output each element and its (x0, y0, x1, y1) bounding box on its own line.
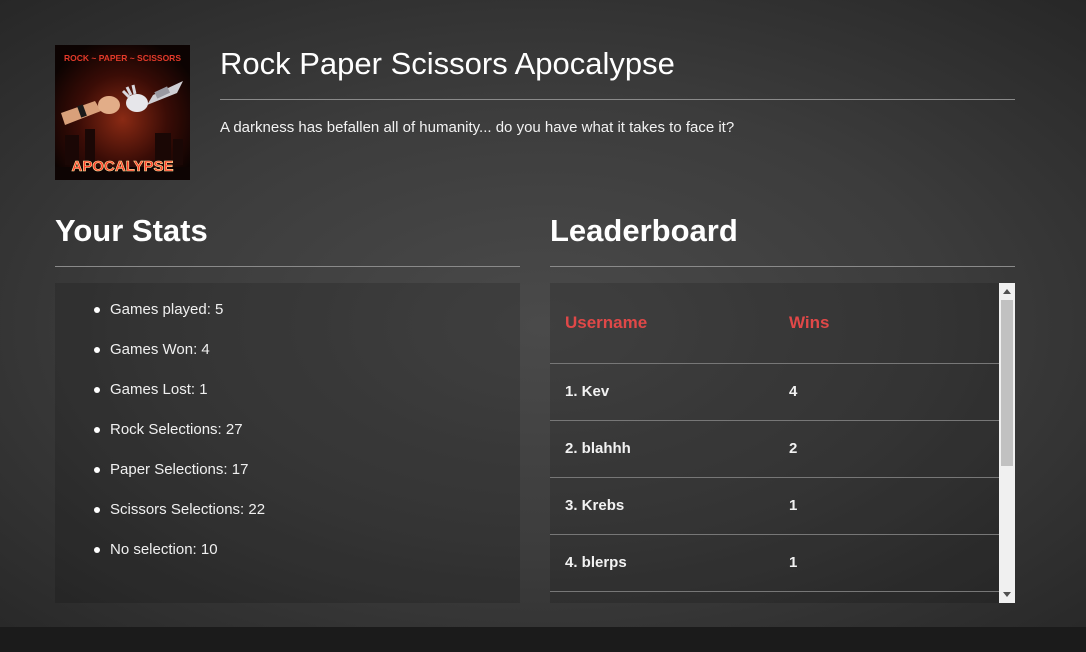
logo-image: ROCK ~ PAPER ~ SCISSORS APOCALYPSE (55, 45, 190, 180)
stat-rock-selections: Rock Selections: 27 (93, 421, 265, 461)
game-logo: ROCK ~ PAPER ~ SCISSORS APOCALYPSE (55, 45, 190, 180)
leaderboard-panel[interactable]: Username Wins 1. Kev 4 2. blahhh 2 3. Kr… (550, 283, 1015, 603)
leaderboard-username: 4. blerps (550, 534, 774, 592)
leaderboard-header-row: Username Wins (550, 283, 999, 364)
page-tagline: A darkness has befallen all of humanity.… (220, 119, 735, 136)
page-title: Rock Paper Scissors Apocalypse (220, 46, 675, 81)
leaderboard-username: 1. Kev (550, 363, 774, 421)
leaderboard-divider (550, 266, 1015, 267)
scroll-up-arrow-icon[interactable] (999, 283, 1015, 299)
stat-games-played: Games played: 5 (93, 301, 265, 341)
stats-heading: Your Stats (55, 213, 208, 248)
stats-list: Games played: 5 Games Won: 4 Games Lost:… (93, 301, 265, 581)
leaderboard-heading: Leaderboard (550, 213, 738, 248)
leaderboard-wins: 1 (774, 477, 999, 535)
stats-panel: Games played: 5 Games Won: 4 Games Lost:… (55, 283, 520, 603)
stat-scissors-selections: Scissors Selections: 22 (93, 501, 265, 541)
footer-bar (0, 627, 1086, 652)
stat-paper-selections: Paper Selections: 17 (93, 461, 265, 501)
leaderboard-wins: 2 (774, 420, 999, 478)
title-divider (220, 99, 1015, 100)
table-row: 2. blahhh 2 (550, 420, 999, 478)
leaderboard-scrollbar[interactable] (999, 283, 1015, 603)
stat-no-selection: No selection: 10 (93, 541, 265, 581)
logo-top-text: ROCK ~ PAPER ~ SCISSORS (64, 53, 181, 63)
table-row: 4. blerps 1 (550, 534, 999, 592)
scrollbar-thumb[interactable] (1001, 300, 1013, 466)
stats-divider (55, 266, 520, 267)
leaderboard-username: 2. blahhh (550, 420, 774, 478)
table-row: 3. Krebs 1 (550, 477, 999, 535)
column-header-username: Username (550, 283, 774, 364)
logo-bottom-text: APOCALYPSE (72, 158, 174, 175)
stat-games-lost: Games Lost: 1 (93, 381, 265, 421)
leaderboard-table: Username Wins 1. Kev 4 2. blahhh 2 3. Kr… (550, 283, 999, 592)
leaderboard-wins: 1 (774, 534, 999, 592)
scroll-down-arrow-icon[interactable] (999, 587, 1015, 603)
stat-games-won: Games Won: 4 (93, 341, 265, 381)
leaderboard-wins: 4 (774, 363, 999, 421)
table-row: 1. Kev 4 (550, 363, 999, 421)
column-header-wins: Wins (774, 283, 999, 364)
leaderboard-username: 3. Krebs (550, 477, 774, 535)
